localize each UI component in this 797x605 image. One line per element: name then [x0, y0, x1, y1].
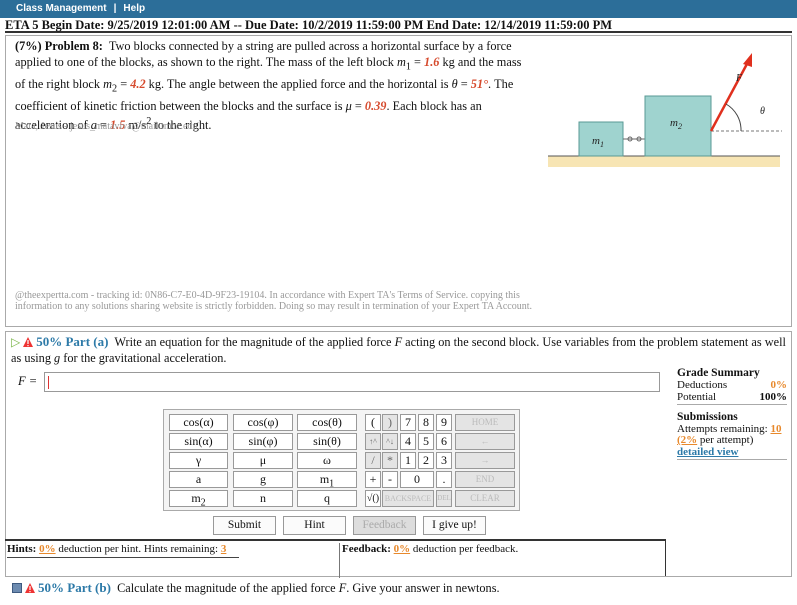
angle-arc — [725, 103, 742, 132]
key-right-paren[interactable]: ) — [382, 414, 398, 431]
key-m2[interactable]: m2 — [169, 490, 228, 508]
key-6[interactable]: 6 — [436, 433, 452, 450]
key-clear[interactable]: CLEAR — [455, 490, 515, 507]
problem-statement-panel: (7%) Problem 8: Two blocks connected by … — [5, 35, 792, 327]
key-cos-alpha[interactable]: cos(α) — [169, 414, 228, 431]
key-del[interactable]: DEL — [436, 490, 452, 507]
feedback-button[interactable]: Feedback — [353, 516, 416, 535]
submit-button[interactable]: Submit — [213, 516, 276, 535]
part-a-question: ▷ 50% Part (a) Write an equation for the … — [11, 334, 786, 365]
answer-row: F = — [18, 372, 660, 392]
key-cos-theta[interactable]: cos(θ) — [297, 414, 357, 431]
menu-help[interactable]: Help — [123, 3, 145, 14]
key-multiply[interactable]: * — [382, 452, 398, 469]
key-g[interactable]: g — [233, 471, 293, 488]
feedback-deduction: 0% — [393, 543, 411, 555]
key-gamma[interactable]: γ — [169, 452, 228, 469]
detailed-view-link[interactable]: detailed view — [677, 446, 787, 459]
give-up-button[interactable]: I give up! — [423, 516, 486, 535]
answer-label: F = — [18, 374, 38, 388]
key-backspace[interactable]: BACKSPACE — [382, 490, 434, 507]
force-vector — [709, 61, 750, 132]
key-left-paren[interactable]: ( — [365, 414, 381, 431]
part-b-title: 50% Part (b) — [38, 580, 111, 595]
hints-remaining: 3 — [220, 543, 227, 555]
force-arrowhead — [743, 53, 752, 67]
key-2[interactable]: 2 — [418, 452, 434, 469]
key-up[interactable]: ↑^ — [365, 433, 381, 450]
key-omega[interactable]: ω — [297, 452, 357, 469]
key-divide[interactable]: / — [365, 452, 381, 469]
submissions-summary: Submissions Attempts remaining: 10 (2% p… — [677, 411, 787, 460]
key-end[interactable]: END — [455, 471, 515, 488]
hints-feedback-bar: Hints: 0% deduction per hint. Hints rema… — [5, 539, 666, 578]
key-sqrt[interactable]: √() — [365, 490, 381, 507]
value-theta: 51° — [470, 76, 489, 91]
key-m1[interactable]: m1 — [297, 471, 357, 489]
key-q[interactable]: q — [297, 490, 357, 507]
value-mu: 0.39 — [364, 98, 387, 113]
key-minus[interactable]: - — [382, 471, 398, 488]
key-sin-phi[interactable]: sin(φ) — [233, 433, 293, 450]
action-buttons: Submit Hint Feedback I give up! — [213, 516, 489, 536]
grade-summary-title: Grade Summary — [677, 367, 760, 379]
problem-header: (7%) Problem 8: — [15, 39, 103, 53]
key-7[interactable]: 7 — [400, 414, 416, 431]
feedback-info: Feedback: 0% deduction per feedback. — [339, 543, 518, 578]
key-4[interactable]: 4 — [400, 433, 416, 450]
key-3[interactable]: 3 — [436, 452, 452, 469]
warning-icon — [25, 583, 35, 593]
ground — [548, 156, 780, 167]
key-left-arrow[interactable]: ← — [455, 433, 515, 450]
hint-button[interactable]: Hint — [283, 516, 346, 535]
label-theta: θ — [760, 106, 765, 117]
top-menu-bar: Class Management | Help — [0, 0, 797, 18]
label-F: F — [735, 73, 743, 84]
check-icon: ▷ — [11, 335, 21, 349]
author-line: Mata, Jesus - jesus_mataviva@mail.tmcc.e… — [15, 121, 198, 132]
grade-summary: Grade Summary Deductions 0% Potential 100% — [677, 367, 787, 405]
key-home[interactable]: HOME — [455, 414, 515, 431]
block-m1 — [578, 121, 624, 157]
key-sin-alpha[interactable]: sin(α) — [169, 433, 228, 450]
menu-class-management[interactable]: Class Management — [16, 3, 107, 14]
problem-statement: (7%) Problem 8: Two blocks connected by … — [15, 39, 522, 132]
key-5[interactable]: 5 — [418, 433, 434, 450]
key-mu[interactable]: μ — [233, 452, 293, 469]
hints-info: Hints: 0% deduction per hint. Hints rema… — [7, 543, 227, 555]
key-plus[interactable]: + — [365, 471, 381, 488]
part-b-question[interactable]: 50% Part (b) Calculate the magnitude of … — [12, 580, 772, 596]
expand-icon[interactable] — [12, 583, 22, 593]
menu-separator: | — [113, 3, 117, 14]
key-down[interactable]: ^↓ — [382, 433, 398, 450]
key-8[interactable]: 8 — [418, 414, 434, 431]
key-dot[interactable]: . — [436, 471, 452, 488]
key-sin-theta[interactable]: sin(θ) — [297, 433, 357, 450]
key-a[interactable]: a — [169, 471, 228, 488]
key-9[interactable]: 9 — [436, 414, 452, 431]
key-1[interactable]: 1 — [400, 452, 416, 469]
hint-deduction: 0% — [39, 543, 56, 555]
key-right-arrow[interactable]: → — [455, 452, 515, 469]
attempts-remaining: 10 — [770, 422, 782, 435]
assignment-dates: ETA 5 Begin Date: 9/25/2019 12:01:00 AM … — [5, 18, 792, 33]
equation-keypad: cos(α) cos(φ) cos(θ) sin(α) sin(φ) sin(θ… — [163, 409, 520, 511]
deductions-value: 0% — [770, 379, 788, 391]
key-n[interactable]: n — [233, 490, 293, 507]
value-m2: 4.2 — [130, 76, 146, 91]
part-a-title: 50% Part (a) — [36, 334, 109, 349]
value-m1: 1.6 — [424, 55, 440, 70]
per-attempt-deduction: (2% — [677, 434, 698, 446]
key-cos-phi[interactable]: cos(φ) — [233, 414, 293, 431]
answer-input[interactable] — [44, 372, 660, 392]
copyright-notice: @theexpertta.com - tracking id: 0N86-C7-… — [15, 290, 532, 312]
warning-icon — [23, 337, 34, 347]
key-0[interactable]: 0 — [400, 471, 434, 488]
blocks-figure: m1 m2 F θ — [548, 53, 782, 167]
potential-value: 100% — [759, 391, 788, 403]
